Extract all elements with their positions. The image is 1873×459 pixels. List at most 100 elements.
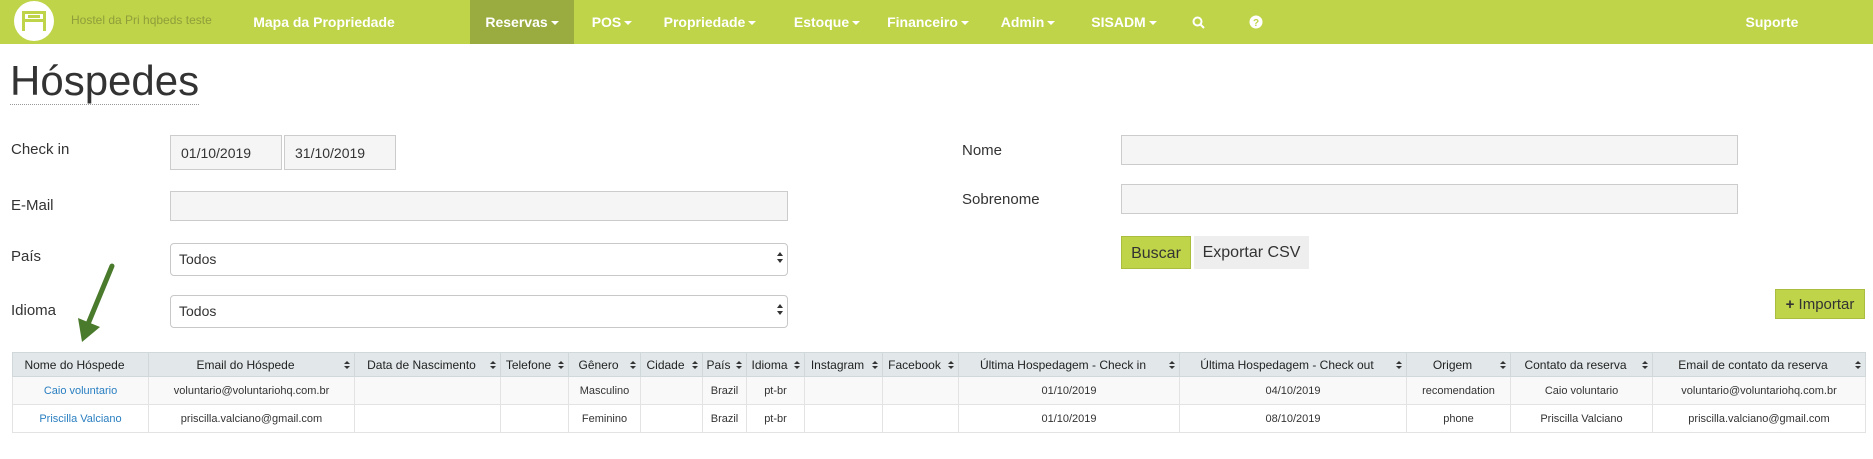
sort-icon: [1396, 361, 1402, 370]
idioma-label: Idioma: [11, 302, 57, 319]
sort-icon: [490, 361, 496, 370]
sobrenome-input[interactable]: [1121, 184, 1738, 214]
table-row: Priscilla Valciano priscilla.valciano@gm…: [12, 404, 1866, 433]
table-cell: voluntario@voluntariohq.com.br: [148, 376, 355, 405]
column-header[interactable]: Última Hospedagem - Check in: [958, 352, 1180, 377]
importar-label: Importar: [1798, 296, 1855, 313]
column-header[interactable]: Origem: [1406, 352, 1511, 377]
nav-sisadm[interactable]: SISADM: [1088, 0, 1160, 44]
column-header-label: Última Hospedagem - Check in: [979, 357, 1147, 372]
nav-label: Admin: [1000, 14, 1045, 30]
nome-input[interactable]: [1121, 135, 1738, 165]
sort-icon: [736, 361, 742, 370]
nav-pos[interactable]: POS: [580, 0, 644, 44]
top-navbar: Hostel da Pri hqbeds teste Mapa da Propr…: [0, 0, 1873, 44]
nav-mapa-da-propriedade[interactable]: Mapa da Propriedade: [252, 0, 396, 44]
sort-icon: [794, 361, 800, 370]
column-header-label: País: [706, 357, 731, 372]
column-header-label: Última Hospedagem - Check out: [1200, 357, 1374, 372]
sobrenome-label: Sobrenome: [962, 191, 1040, 208]
column-header[interactable]: Nome do Hóspede: [12, 352, 149, 377]
table-cell: priscilla.valciano@gmail.com: [148, 404, 355, 433]
buscar-button[interactable]: Buscar: [1121, 236, 1191, 269]
sort-icon: [1500, 361, 1506, 370]
property-name: Hostel da Pri hqbeds teste: [71, 13, 212, 27]
column-header-label: Email do Hóspede: [196, 357, 295, 372]
search-button[interactable]: [1186, 0, 1210, 44]
table-cell: [500, 404, 569, 433]
caret-down-icon: [1148, 21, 1157, 25]
column-header[interactable]: Idioma: [746, 352, 805, 377]
table-cell: Priscilla Valciano: [1510, 404, 1653, 433]
help-button[interactable]: ?: [1244, 0, 1268, 44]
sort-icon: [630, 361, 636, 370]
column-header-label: Data de Nascimento: [367, 357, 476, 372]
column-header[interactable]: Telefone: [500, 352, 569, 377]
column-header[interactable]: Cidade: [640, 352, 703, 377]
table-cell: pt-br: [746, 404, 805, 433]
column-header[interactable]: Contato da reserva: [1510, 352, 1653, 377]
nav-estoque[interactable]: Estoque: [786, 0, 868, 44]
exportar-csv-button[interactable]: Exportar CSV: [1194, 236, 1309, 269]
sort-icon: [872, 361, 878, 370]
table-cell: pt-br: [746, 376, 805, 405]
checkin-label: Check in: [11, 141, 70, 158]
email-label: E-Mail: [11, 197, 54, 214]
table-cell: [640, 376, 703, 405]
column-header[interactable]: Facebook: [882, 352, 959, 377]
idioma-select[interactable]: Todos: [170, 295, 788, 328]
search-icon: [1192, 16, 1205, 29]
column-header[interactable]: Email de contato da reserva: [1652, 352, 1866, 377]
email-input[interactable]: [170, 191, 788, 221]
nav-label: Estoque: [793, 14, 850, 30]
nav-suporte[interactable]: Suporte: [1740, 0, 1804, 44]
importar-button[interactable]: + Importar: [1775, 289, 1865, 319]
sort-icon: [344, 361, 350, 370]
select-arrows-icon: [777, 252, 783, 264]
column-header-label: Facebook: [888, 357, 941, 372]
table-cell: [804, 404, 883, 433]
column-header[interactable]: Email do Hóspede: [148, 352, 355, 377]
nav-admin[interactable]: Admin: [996, 0, 1060, 44]
column-header-label: Email de contato da reserva: [1678, 357, 1828, 372]
table-cell: [882, 376, 959, 405]
nav-label: SISADM: [1091, 14, 1146, 30]
table-cell: Masculino: [568, 376, 641, 405]
column-header-label: Gênero: [578, 357, 619, 372]
column-header-label: Nome do Hóspede: [24, 357, 125, 372]
caret-down-icon: [550, 21, 559, 25]
checkin-from-input[interactable]: [170, 135, 282, 170]
column-header[interactable]: Instagram: [804, 352, 883, 377]
table-cell: [640, 404, 703, 433]
table-cell: Caio voluntario: [1510, 376, 1653, 405]
column-header[interactable]: País: [702, 352, 747, 377]
table-cell: voluntario@voluntariohq.com.br: [1652, 376, 1866, 405]
table-header-row: Nome do Hóspede Email do Hóspede Data de…: [12, 352, 1866, 377]
pais-select[interactable]: Todos: [170, 243, 788, 276]
guest-name-link[interactable]: Caio voluntario: [44, 385, 117, 397]
nav-label: Propriedade: [663, 14, 746, 30]
guests-table: Nome do Hóspede Email do Hóspede Data de…: [12, 352, 1866, 433]
pais-label: País: [11, 248, 42, 265]
guest-name-link[interactable]: Priscilla Valciano: [39, 413, 121, 425]
table-row: Caio voluntario voluntario@voluntariohq.…: [12, 376, 1866, 405]
table-cell: Brazil: [702, 404, 747, 433]
table-cell: [354, 376, 501, 405]
column-header[interactable]: Gênero: [568, 352, 641, 377]
table-cell: 01/10/2019: [958, 404, 1180, 433]
nav-label: Suporte: [1745, 14, 1799, 30]
hqbeds-logo[interactable]: [14, 1, 54, 41]
bed-icon: [22, 11, 46, 31]
checkin-to-input[interactable]: [284, 135, 396, 170]
table-cell: [500, 376, 569, 405]
nav-propriedade[interactable]: Propriedade: [658, 0, 762, 44]
table-cell: Feminino: [568, 404, 641, 433]
column-header[interactable]: Última Hospedagem - Check out: [1179, 352, 1407, 377]
page-title: Hóspedes: [10, 57, 200, 106]
nav-reservas[interactable]: Reservas: [470, 0, 574, 44]
column-header[interactable]: Data de Nascimento: [354, 352, 501, 377]
column-header-label: Instagram: [810, 357, 865, 372]
sort-icon: [1855, 361, 1861, 370]
nav-financeiro[interactable]: Financeiro: [886, 0, 970, 44]
caret-down-icon: [960, 21, 969, 25]
